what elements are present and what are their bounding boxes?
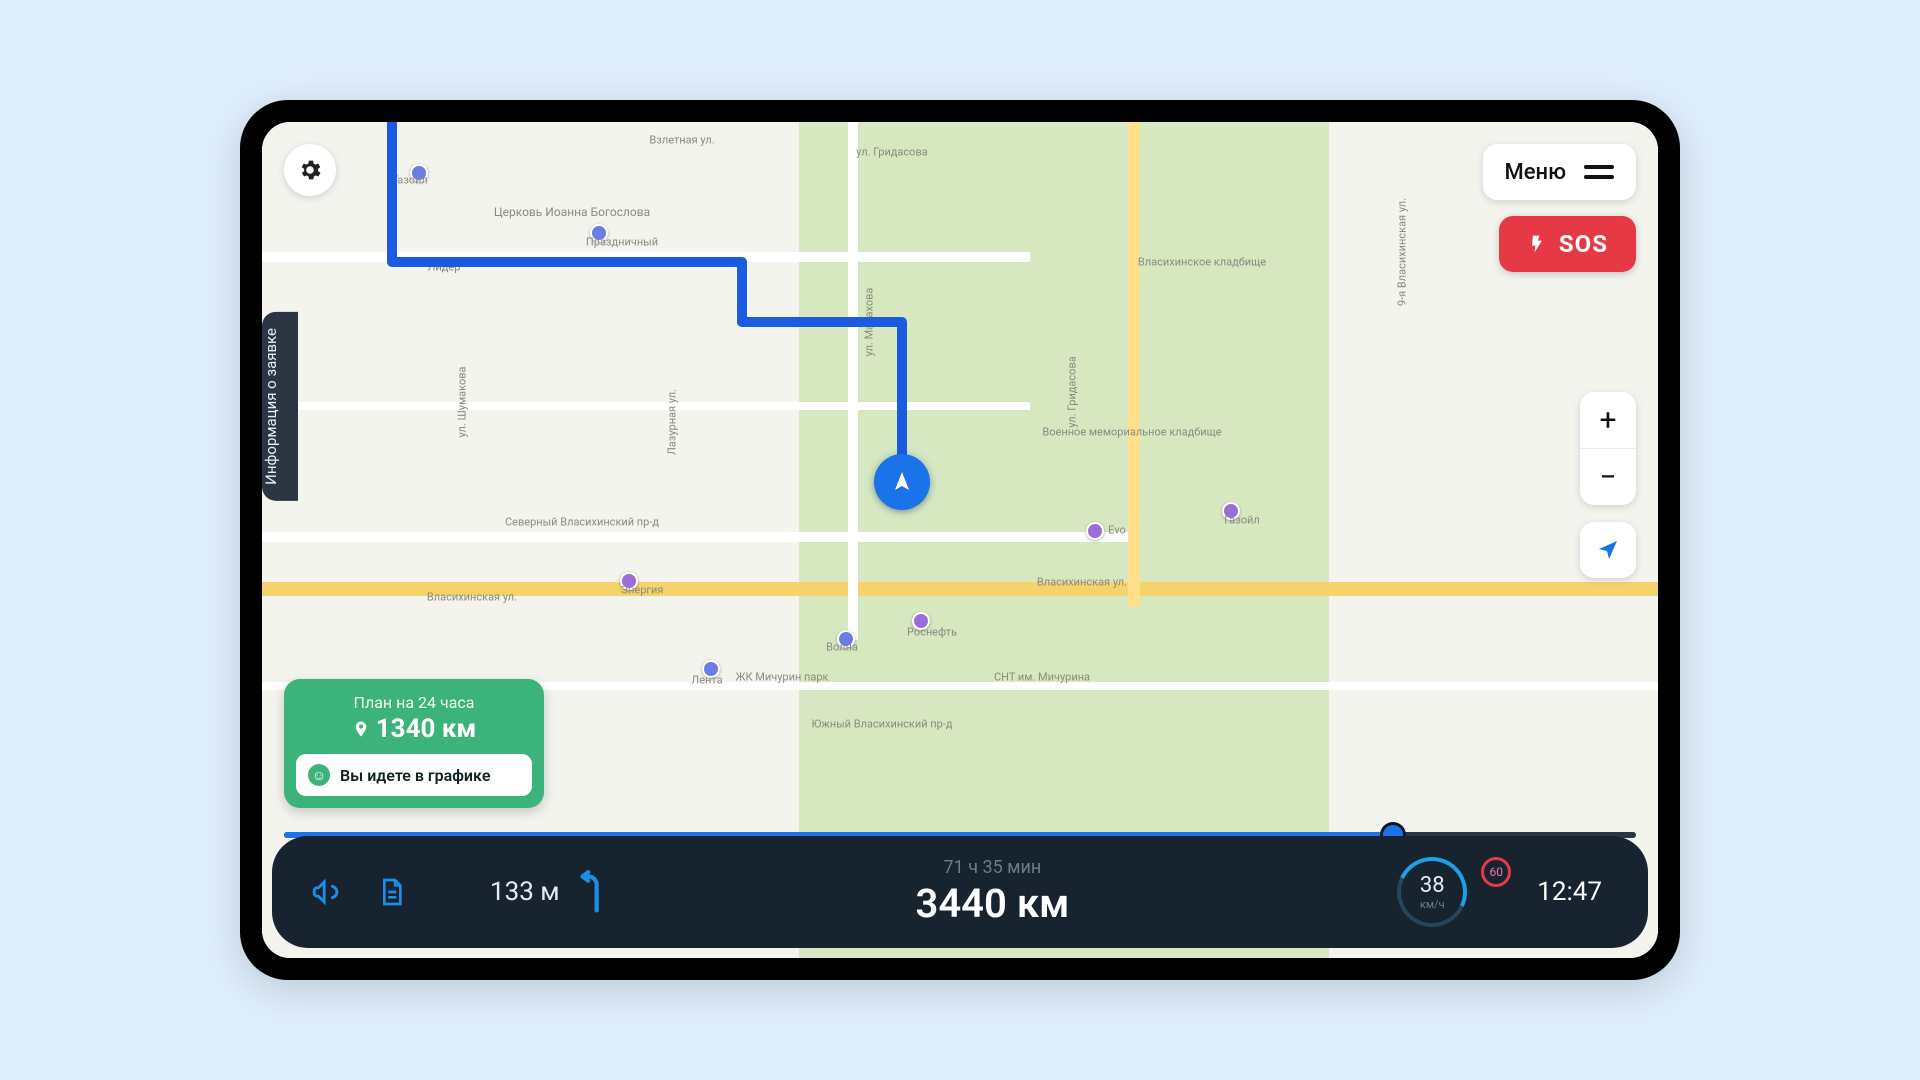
dashboard-left-icons (308, 873, 410, 911)
map-label: Evo (1108, 524, 1126, 537)
street (262, 402, 1030, 410)
recenter-button[interactable] (1580, 522, 1636, 578)
map-label: Лазурная ул. (666, 389, 679, 455)
zoom-out-button[interactable]: − (1580, 448, 1636, 505)
map-label: Праздничный (586, 236, 658, 249)
menu-label: Меню (1505, 160, 1566, 185)
eta-time: 71 ч 35 мин (628, 857, 1358, 878)
map-label: Газойл (392, 174, 428, 187)
poi-marker[interactable] (1086, 522, 1104, 540)
document-icon (375, 876, 407, 908)
dashboard: 133 м 71 ч 35 мин 3440 км 38 км/ч 60 12:… (272, 836, 1648, 948)
map-label: Церковь Иоанна Богослова (494, 205, 650, 219)
total-distance: 3440 км (628, 880, 1358, 927)
map-label: ул. Гридасова (1066, 356, 1079, 427)
map-label: Роснефть (907, 626, 957, 639)
map-label: Лидер (428, 261, 461, 274)
sos-label: SOS (1559, 230, 1608, 258)
trip-summary: 71 ч 35 мин 3440 км (628, 857, 1358, 927)
speed-value: 38 (1420, 873, 1445, 898)
map-label: Северный Власихинский пр-д (505, 516, 659, 529)
map-label: ул. Шумакова (456, 366, 469, 437)
map-label: ул. Гридасова (856, 146, 927, 159)
map-label: ЖК Мичурин парк (736, 671, 829, 684)
next-turn-distance: 133 м (490, 877, 560, 907)
tablet-frame: Взлетная ул. ул. Гридасова Церковь Иоанн… (240, 100, 1680, 980)
plan-card[interactable]: План на 24 часа 1340 км ☺ Вы идете в гра… (284, 679, 544, 808)
map-label: ул. Малахова (863, 288, 876, 357)
map-label: Власихинская ул. (1037, 576, 1127, 589)
map-label: СНТ им. Мичурина (994, 671, 1090, 684)
street (262, 252, 1030, 262)
plan-title: План на 24 часа (296, 693, 532, 712)
map-label: 9-я Власихинская ул. (1396, 198, 1409, 306)
locate-arrow-icon (1596, 538, 1620, 562)
request-info-tab[interactable]: Информация о заявке (262, 312, 298, 501)
plan-status-text: Вы идете в графике (340, 766, 490, 785)
plan-distance-value: 1340 км (376, 714, 477, 744)
speed-unit: км/ч (1420, 898, 1445, 911)
navigation-arrow-icon (874, 454, 930, 510)
street (262, 532, 1128, 542)
minus-icon: − (1599, 460, 1616, 495)
menu-icon (1584, 165, 1614, 179)
gear-icon (297, 157, 323, 183)
plan-status: ☺ Вы идете в графике (296, 754, 532, 796)
pin-icon (352, 720, 370, 738)
map-label: Власихинская ул. (427, 591, 517, 604)
next-turn: 133 м (490, 870, 608, 914)
screen: Взлетная ул. ул. Гридасова Церковь Иоанн… (262, 122, 1658, 958)
sos-button[interactable]: SOS (1499, 216, 1636, 272)
current-location-marker[interactable] (874, 454, 930, 510)
smile-icon: ☺ (308, 764, 330, 786)
map-label: Взлетная ул. (649, 134, 714, 147)
map-label: Энергия (621, 584, 664, 597)
zoom-in-button[interactable]: + (1580, 392, 1636, 448)
plus-icon: + (1599, 403, 1616, 438)
clock: 12:47 (1537, 877, 1612, 907)
megaphone-icon (310, 875, 344, 909)
announcements-button[interactable] (308, 873, 346, 911)
document-button[interactable] (372, 873, 410, 911)
menu-button[interactable]: Меню (1483, 144, 1636, 200)
map-label: Власихинское кладбище (1138, 256, 1266, 269)
map-label: Лента (691, 674, 722, 687)
speedometer: 38 км/ч (1397, 857, 1467, 927)
map-label: Газойл (1224, 514, 1260, 527)
plan-distance: 1340 км (296, 714, 532, 744)
turn-left-icon (574, 870, 608, 914)
main-road-vertical (1128, 122, 1140, 607)
map-label: Южный Власихинский пр-д (811, 718, 952, 731)
speed-limit-badge: 60 (1481, 857, 1511, 887)
bolt-icon (1527, 234, 1547, 254)
settings-button[interactable] (284, 144, 336, 196)
map-label: Волна (826, 641, 858, 654)
zoom-controls: + − (1580, 392, 1636, 505)
street (848, 122, 858, 640)
